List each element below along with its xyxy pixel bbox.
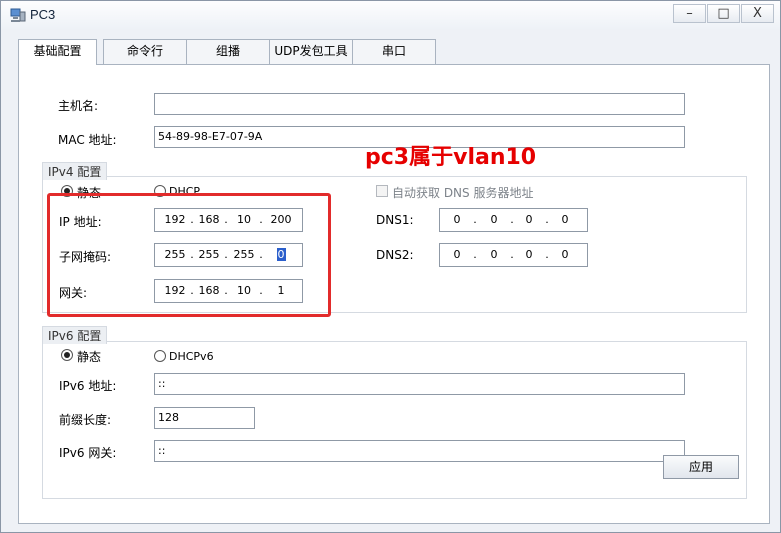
- ip-octet-4: 200: [270, 213, 292, 226]
- prefix-length-label: 前缀长度:: [59, 413, 112, 427]
- hostname-label: 主机名:: [58, 99, 99, 113]
- dns2-dot: .: [510, 248, 514, 261]
- mask-dot: .: [259, 248, 263, 261]
- annotation-text: pc3属于vlan10: [365, 145, 537, 170]
- ip-dot: .: [190, 213, 194, 226]
- basic-config-panel: 主机名: MAC 地址: 54-89-98-E7-07-9A IPv4 配置 静…: [18, 64, 770, 524]
- minimize-button[interactable]: –: [673, 4, 706, 23]
- gateway-dot: .: [259, 284, 263, 297]
- ip-octet-3: 10: [237, 213, 251, 226]
- dns1-octet-1: 0: [453, 213, 461, 226]
- gateway-label: 网关:: [59, 286, 88, 300]
- gateway-dot: .: [224, 284, 228, 297]
- subnet-mask-label: 子网掩码:: [59, 250, 112, 264]
- dns1-octet-4: 0: [561, 213, 569, 226]
- gateway-octet-4: 1: [277, 284, 285, 297]
- window-title: PC3: [30, 7, 56, 22]
- ipv6-group-title: IPv6 配置: [42, 326, 108, 344]
- tab-label: 串口: [381, 44, 406, 58]
- dns2-input[interactable]: 0 . 0 . 0 . 0: [439, 243, 588, 267]
- tab-label: 命令行: [126, 44, 163, 58]
- ip-address-input[interactable]: 192 . 168 . 10 . 200: [154, 208, 303, 232]
- ipv6-gateway-input[interactable]: ::: [154, 440, 685, 462]
- ipv6-gateway-label: IPv6 网关:: [59, 446, 117, 460]
- pc3-config-window: PC3 – □ X 基础配置 命令行 组播 UDP发包工具 串口 主机名: MA…: [0, 0, 781, 533]
- ipv4-dhcp-label: DHCP: [169, 185, 201, 198]
- mask-dot: .: [224, 248, 228, 261]
- dns1-octet-2: 0: [490, 213, 498, 226]
- dns2-octet-3: 0: [525, 248, 533, 261]
- mac-label: MAC 地址:: [58, 133, 117, 147]
- mask-dot: .: [190, 248, 194, 261]
- ip-dot: .: [224, 213, 228, 226]
- dns2-dot: .: [473, 248, 477, 261]
- auto-dns-label: 自动获取 DNS 服务器地址: [392, 186, 534, 200]
- hostname-input[interactable]: [154, 93, 685, 115]
- mask-octet-4-selected: 0: [276, 248, 286, 261]
- mask-octet-1: 255: [164, 248, 186, 261]
- tab-label: UDP发包工具: [274, 44, 348, 58]
- tab-label: 组播: [215, 44, 240, 58]
- dns1-dot: .: [545, 213, 549, 226]
- gateway-octet-3: 10: [237, 284, 251, 297]
- ipv4-static-radio[interactable]: [61, 185, 73, 197]
- mask-octet-2: 255: [198, 248, 220, 261]
- maximize-button[interactable]: □: [707, 4, 740, 23]
- tab-multicast[interactable]: 组播: [186, 39, 270, 64]
- ipv4-group-title: IPv4 配置: [42, 162, 108, 180]
- tab-udp-tool[interactable]: UDP发包工具: [269, 39, 353, 64]
- ip-octet-1: 192: [164, 213, 186, 226]
- tab-label: 基础配置: [33, 44, 82, 58]
- subnet-mask-input[interactable]: 255 . 255 . 255 . 0: [154, 243, 303, 267]
- tab-basic-config[interactable]: 基础配置: [18, 39, 97, 65]
- maximize-icon: □: [717, 6, 730, 21]
- dns2-octet-2: 0: [490, 248, 498, 261]
- ipv6-address-input[interactable]: ::: [154, 373, 685, 395]
- dns1-dot: .: [473, 213, 477, 226]
- ipv4-static-label: 静态: [77, 186, 102, 200]
- ip-label: IP 地址:: [59, 215, 102, 229]
- dialog-body: 基础配置 命令行 组播 UDP发包工具 串口 主机名: MAC 地址: 54-8…: [8, 29, 773, 529]
- dns1-input[interactable]: 0 . 0 . 0 . 0: [439, 208, 588, 232]
- title-bar[interactable]: PC3 – □ X: [1, 1, 780, 29]
- ipv6-static-label: 静态: [77, 350, 102, 364]
- close-icon: X: [753, 6, 762, 21]
- dns1-octet-3: 0: [525, 213, 533, 226]
- ip-octet-2: 168: [198, 213, 220, 226]
- ipv6-group: [42, 341, 747, 499]
- close-button[interactable]: X: [741, 4, 774, 23]
- pc-terminal-icon: [10, 8, 26, 22]
- apply-button[interactable]: 应用: [663, 455, 739, 479]
- tab-command-line[interactable]: 命令行: [103, 39, 187, 64]
- dns2-octet-1: 0: [453, 248, 461, 261]
- gateway-octet-2: 168: [198, 284, 220, 297]
- ipv6-address-label: IPv6 地址:: [59, 379, 117, 393]
- gateway-dot: .: [190, 284, 194, 297]
- dns1-label: DNS1:: [376, 213, 414, 227]
- dns2-label: DNS2:: [376, 248, 414, 262]
- auto-dns-checkbox[interactable]: [376, 185, 388, 197]
- mask-octet-4: 0: [268, 248, 294, 261]
- ipv6-static-radio[interactable]: [61, 349, 73, 361]
- dns1-dot: .: [510, 213, 514, 226]
- ipv6-dhcp-radio[interactable]: [154, 350, 166, 362]
- tab-serial[interactable]: 串口: [352, 39, 436, 64]
- dns2-dot: .: [545, 248, 549, 261]
- ipv6-dhcp-label: DHCPv6: [169, 350, 214, 363]
- minimize-icon: –: [686, 6, 693, 21]
- ip-dot: .: [259, 213, 263, 226]
- dns2-octet-4: 0: [561, 248, 569, 261]
- gateway-input[interactable]: 192 . 168 . 10 . 1: [154, 279, 303, 303]
- prefix-length-input[interactable]: 128: [154, 407, 255, 429]
- gateway-octet-1: 192: [164, 284, 186, 297]
- ipv4-dhcp-radio[interactable]: [154, 185, 166, 197]
- mask-octet-3: 255: [233, 248, 255, 261]
